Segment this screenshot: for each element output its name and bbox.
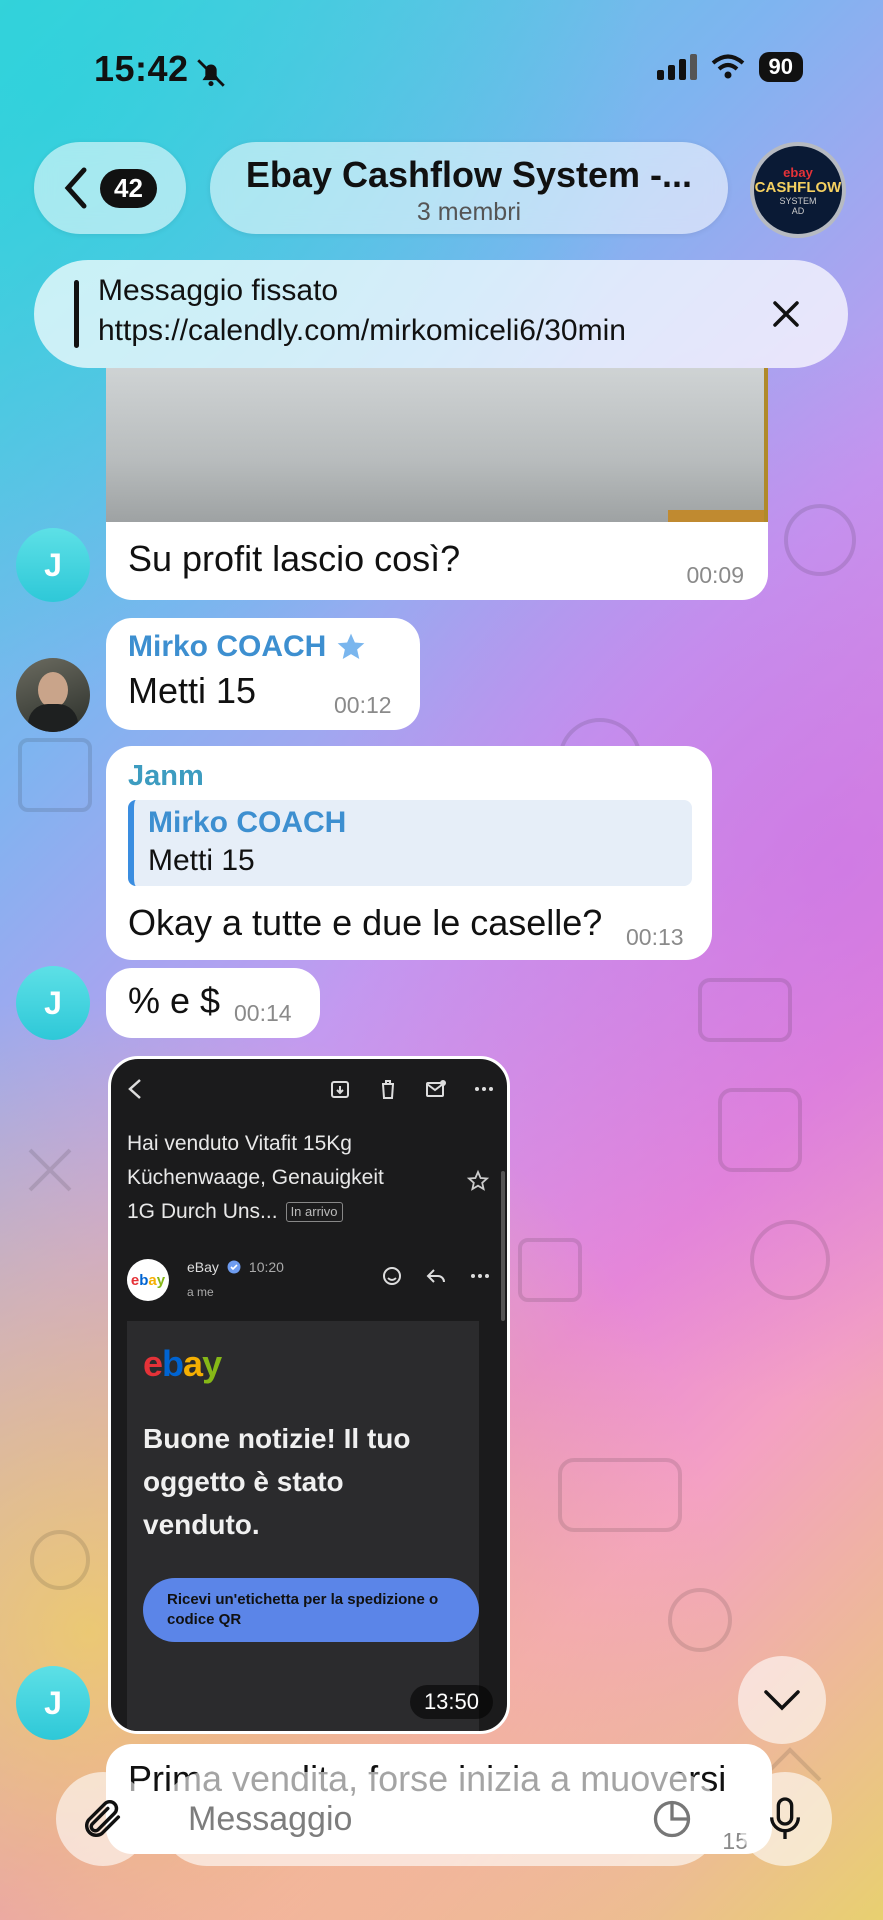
more-icon — [475, 1087, 493, 1091]
chevron-down-icon — [764, 1690, 800, 1711]
avatar[interactable]: J — [16, 1666, 90, 1740]
message-time: 00:14 — [234, 1000, 292, 1026]
pinned-indicator — [74, 280, 79, 348]
email-recipient: a me — [187, 1285, 214, 1299]
message-bubble[interactable]: % e $ 00:14 — [106, 968, 320, 1038]
chat-title-pill[interactable]: Ebay Cashflow System -... 3 membri — [210, 142, 728, 234]
email-subject-line: Hai venduto Vitafit 15Kg — [127, 1132, 352, 1155]
attach-button[interactable] — [56, 1772, 150, 1866]
email-body: ebay Buone notizie! Il tuo oggetto è sta… — [127, 1321, 479, 1731]
email-headline: Buone notizie! Il tuo — [143, 1423, 411, 1454]
reply-quote[interactable]: Mirko COACH Metti 15 — [128, 800, 692, 886]
screenshot-attachment[interactable]: Hai venduto Vitafit 15Kg Küchenwaage, Ge… — [108, 1056, 510, 1734]
chevron-left-icon — [64, 167, 87, 209]
pinned-link: https://calendly.com/mirkomiceli6/30min — [98, 314, 626, 347]
mute-bell-icon — [194, 56, 228, 95]
battery-level: 90 — [758, 52, 803, 82]
unread-count-badge: 42 — [100, 168, 157, 208]
mail-unread-icon — [426, 1080, 446, 1097]
message-input-pill[interactable] — [160, 1772, 720, 1866]
avatar[interactable]: J — [16, 528, 90, 602]
star-icon — [338, 633, 365, 659]
ebay-logo: ebay — [143, 1343, 222, 1384]
email-headline: venduto. — [143, 1509, 260, 1540]
more-icon — [471, 1274, 489, 1278]
close-icon[interactable] — [766, 294, 806, 334]
chat-subtitle: 3 membri — [416, 198, 522, 226]
archive-icon — [331, 1081, 349, 1098]
email-time: 10:20 — [248, 1259, 284, 1275]
verified-icon — [227, 1260, 241, 1274]
sender-name[interactable]: Mirko COACH — [128, 630, 326, 664]
pinned-message-banner[interactable]: Messaggio fissato https://calendly.com/m… — [34, 260, 848, 368]
shipping-label-button: Ricevi un'etichetta per la spedizione o … — [143, 1578, 479, 1642]
avatar[interactable]: J — [16, 966, 90, 1040]
message-bubble-photo[interactable]: Su profit lascio così? 00:09 — [106, 368, 768, 600]
sticker-icon[interactable] — [650, 1797, 694, 1841]
scroll-to-bottom-button[interactable] — [738, 1656, 826, 1744]
message-text: Okay a tutte e due le caselle? — [128, 902, 603, 943]
wifi-icon — [711, 54, 744, 79]
message-text: Metti 15 — [128, 670, 257, 711]
pinned-title: Messaggio fissato — [98, 274, 339, 307]
email-sender: eBay — [187, 1259, 219, 1275]
paperclip-icon — [85, 1800, 121, 1837]
reply-sender: Mirko COACH — [148, 806, 347, 839]
message-time: 00:13 — [626, 924, 684, 950]
back-arrow-icon — [128, 1079, 141, 1099]
ebay-sender-avatar: ebay — [127, 1259, 169, 1301]
photo-attachment[interactable] — [106, 368, 768, 522]
message-bubble[interactable]: Mirko COACH Metti 15 00:12 — [106, 618, 420, 730]
message-time: 13:50 — [409, 1685, 493, 1719]
avatar-mirko[interactable] — [16, 658, 90, 732]
inbox-label: In arrivo — [285, 1202, 343, 1222]
microphone-icon — [770, 1797, 800, 1839]
message-input[interactable] — [186, 1798, 630, 1840]
voice-message-button[interactable] — [738, 1772, 832, 1866]
sender-name[interactable]: Janm — [128, 760, 204, 793]
reply-text: Metti 15 — [148, 844, 255, 877]
trash-icon — [382, 1080, 394, 1099]
group-avatar[interactable]: ebay CASHFLOW SYSTEM AD — [750, 142, 846, 238]
message-text: % e $ — [128, 980, 221, 1021]
status-time: 15:42 — [94, 48, 189, 89]
message-bubble-reply[interactable]: Janm Mirko COACH Metti 15 Okay a tutte e… — [106, 746, 712, 960]
cellular-signal-icon — [656, 54, 697, 80]
emoji-icon — [383, 1267, 401, 1285]
reply-icon — [426, 1269, 445, 1283]
email-subject-line: Küchenwaage, Genauigkeit — [127, 1166, 384, 1189]
back-button[interactable]: 42 — [34, 142, 186, 234]
chat-title: Ebay Cashflow System -... — [245, 154, 693, 195]
message-time: 00:09 — [686, 562, 744, 588]
email-headline: oggetto è stato — [143, 1466, 344, 1497]
message-time: 00:12 — [334, 692, 392, 718]
status-icons: 90 — [656, 52, 803, 82]
message-text: Su profit lascio così? — [128, 538, 461, 579]
star-outline-icon — [466, 1169, 490, 1191]
email-subject-line: 1G Durch Uns... In arrivo — [127, 1195, 457, 1229]
